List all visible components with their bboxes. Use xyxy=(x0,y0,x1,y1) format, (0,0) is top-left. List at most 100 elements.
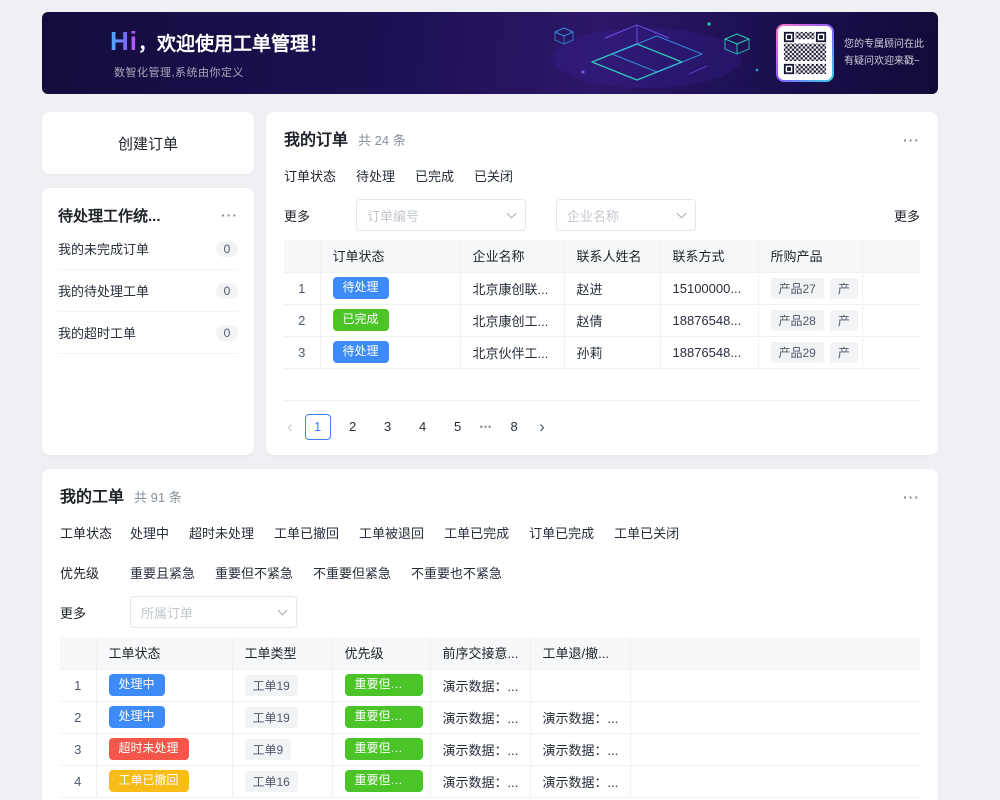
cell-filler xyxy=(630,701,920,733)
filter-option-overtime[interactable]: 超时未处理 xyxy=(189,523,254,542)
cell-withdraw xyxy=(530,669,630,701)
stat-item-pending-workorders[interactable]: 我的待处理工单 0 xyxy=(58,270,238,312)
count-badge: 0 xyxy=(216,283,238,299)
status-badge: 处理中 xyxy=(109,674,165,696)
priority-badge: 重要但不紧急 xyxy=(345,706,423,728)
cell-type: 工单16 xyxy=(232,765,332,797)
product-tag: 产品29 xyxy=(771,342,824,363)
workorder-row[interactable]: 1 处理中 工单19 重要但不紧急 演示数据：... xyxy=(60,669,920,701)
workorders-total-count: 共 91 条 xyxy=(134,487,182,506)
cell-filler xyxy=(630,669,920,701)
filter-option-important-urgent[interactable]: 重要且紧急 xyxy=(130,563,195,582)
page-button-4[interactable]: 4 xyxy=(410,414,436,440)
product-tag: 产 xyxy=(830,310,858,331)
cell-company: 北京康创联... xyxy=(460,272,564,304)
ellipsis-menu-icon[interactable]: ··· xyxy=(903,132,920,148)
workorder-row[interactable]: 3 超时未处理 工单9 重要但不紧急 演示数据：... 演示数据：... xyxy=(60,733,920,765)
priority-badge: 重要但不紧急 xyxy=(345,674,423,696)
filter-option-closed[interactable]: 已关闭 xyxy=(474,166,513,185)
sidebar: 创建订单 待处理工作统... ··· 我的未完成订单 0 我的待处理工单 0 我… xyxy=(42,112,254,455)
cell-type: 工单19 xyxy=(232,701,332,733)
priority-filter-label: 优先级 xyxy=(60,563,130,582)
create-order-button[interactable]: 创建订单 xyxy=(42,112,254,174)
product-tag: 产 xyxy=(830,342,858,363)
filter-option-returned[interactable]: 工单被退回 xyxy=(359,523,424,542)
chevron-left-icon[interactable]: ‹ xyxy=(284,415,296,439)
workorder-type-tag: 工单9 xyxy=(245,739,292,760)
page-button-8[interactable]: 8 xyxy=(501,414,527,440)
row-index: 2 xyxy=(284,304,320,336)
status-badge: 工单已撤回 xyxy=(109,770,189,792)
chevron-right-icon[interactable]: › xyxy=(536,415,548,439)
cell-type: 工单19 xyxy=(232,669,332,701)
col-wo-status: 工单状态 xyxy=(96,637,232,669)
order-row[interactable]: 2 已完成 北京康创工... 赵倩 18876548... 产品28产 xyxy=(284,304,920,336)
cell-status: 超时未处理 xyxy=(96,733,232,765)
stats-card-title: 待处理工作统... xyxy=(58,205,161,226)
workorder-row[interactable]: 4 工单已撤回 工单16 重要但不紧急 演示数据：... 演示数据：... xyxy=(60,765,920,797)
filter-option-completed[interactable]: 已完成 xyxy=(415,166,454,185)
cell-filler xyxy=(862,336,920,368)
company-name-select[interactable]: 企业名称 xyxy=(556,199,696,231)
banner-subtitle: 数智化管理,系统由你定义 xyxy=(114,64,328,80)
filter-option-not-important-not-urgent[interactable]: 不重要也不紧急 xyxy=(411,563,502,582)
parent-order-select[interactable]: 所属订单 xyxy=(130,596,297,628)
pending-work-stats-card: 待处理工作统... ··· 我的未完成订单 0 我的待处理工单 0 我的超时工单… xyxy=(42,188,254,455)
stat-item-overtime-workorders[interactable]: 我的超时工单 0 xyxy=(58,312,238,354)
order-row[interactable]: 1 待处理 北京康创联... 赵进 15100000... 产品27产 xyxy=(284,272,920,304)
workorder-type-tag: 工单16 xyxy=(245,771,298,792)
page-button-2[interactable]: 2 xyxy=(340,414,366,440)
orders-table-header-row: 订单状态 企业名称 联系人姓名 联系方式 所购产品 xyxy=(284,240,920,272)
cell-products: 产品27产 xyxy=(758,272,862,304)
status-badge: 超时未处理 xyxy=(109,738,189,760)
order-number-select[interactable]: 订单编号 xyxy=(356,199,526,231)
row-index: 3 xyxy=(60,733,96,765)
cell-withdraw: 演示数据：... xyxy=(530,765,630,797)
company-name-placeholder: 企业名称 xyxy=(567,206,619,225)
row-index: 3 xyxy=(284,336,320,368)
col-products: 所购产品 xyxy=(758,240,862,272)
stat-item-unfinished-orders[interactable]: 我的未完成订单 0 xyxy=(58,228,238,270)
cell-type: 工单9 xyxy=(232,733,332,765)
cell-phone: 18876548... xyxy=(660,304,758,336)
cell-priority: 重要但不紧急 xyxy=(332,733,430,765)
workorder-type-tag: 工单19 xyxy=(245,707,298,728)
cell-priority: 重要但不紧急 xyxy=(332,701,430,733)
filter-option-processing[interactable]: 处理中 xyxy=(130,523,169,542)
cell-status: 处理中 xyxy=(96,701,232,733)
filter-option-wo-closed[interactable]: 工单已关闭 xyxy=(614,523,679,542)
pagination-ellipsis-icon[interactable]: ••• xyxy=(480,422,492,432)
priority-badge: 重要但不紧急 xyxy=(345,770,423,792)
order-row[interactable]: 3 待处理 北京伙伴工... 孙莉 18876548... 产品29产 xyxy=(284,336,920,368)
empty-row xyxy=(284,368,920,400)
filter-option-order-completed[interactable]: 订单已完成 xyxy=(529,523,594,542)
page-button-3[interactable]: 3 xyxy=(375,414,401,440)
filter-option-important-not-urgent[interactable]: 重要但不紧急 xyxy=(215,563,293,582)
banner-consultant-block: 您的专属顾问在此 有疑问欢迎来戳~ xyxy=(776,24,924,82)
filter-option-wo-completed[interactable]: 工单已完成 xyxy=(444,523,509,542)
status-badge: 已完成 xyxy=(333,309,389,331)
page-button-1[interactable]: 1 xyxy=(305,414,331,440)
cell-handover: 演示数据：... xyxy=(430,733,530,765)
banner-decoration-graphic xyxy=(497,12,792,94)
ellipsis-menu-icon[interactable]: ··· xyxy=(221,207,238,223)
ellipsis-menu-icon[interactable]: ··· xyxy=(903,489,920,505)
banner-title: ，欢迎使用工单管理！ xyxy=(138,29,328,56)
filter-option-not-important-urgent[interactable]: 不重要但紧急 xyxy=(313,563,391,582)
product-tag: 产 xyxy=(830,278,858,299)
row-index: 4 xyxy=(60,765,96,797)
status-badge: 待处理 xyxy=(333,341,389,363)
col-index xyxy=(60,637,96,669)
cell-withdraw: 演示数据：... xyxy=(530,701,630,733)
cell-status: 待处理 xyxy=(320,272,460,304)
filter-option-withdrawn[interactable]: 工单已撤回 xyxy=(274,523,339,542)
workorders-table: 工单状态 工单类型 优先级 前序交接意... 工单退/撤... 1 处理中 工单… xyxy=(60,637,920,798)
row-index: 1 xyxy=(284,272,320,304)
page-button-5[interactable]: 5 xyxy=(445,414,471,440)
filter-option-pending[interactable]: 待处理 xyxy=(356,166,395,185)
workorder-row[interactable]: 2 处理中 工单19 重要但不紧急 演示数据：... 演示数据：... xyxy=(60,701,920,733)
cell-filler xyxy=(630,733,920,765)
cell-company: 北京康创工... xyxy=(460,304,564,336)
more-filters-link[interactable]: 更多 xyxy=(894,206,920,225)
workorder-status-filter-label: 工单状态 xyxy=(60,523,130,542)
